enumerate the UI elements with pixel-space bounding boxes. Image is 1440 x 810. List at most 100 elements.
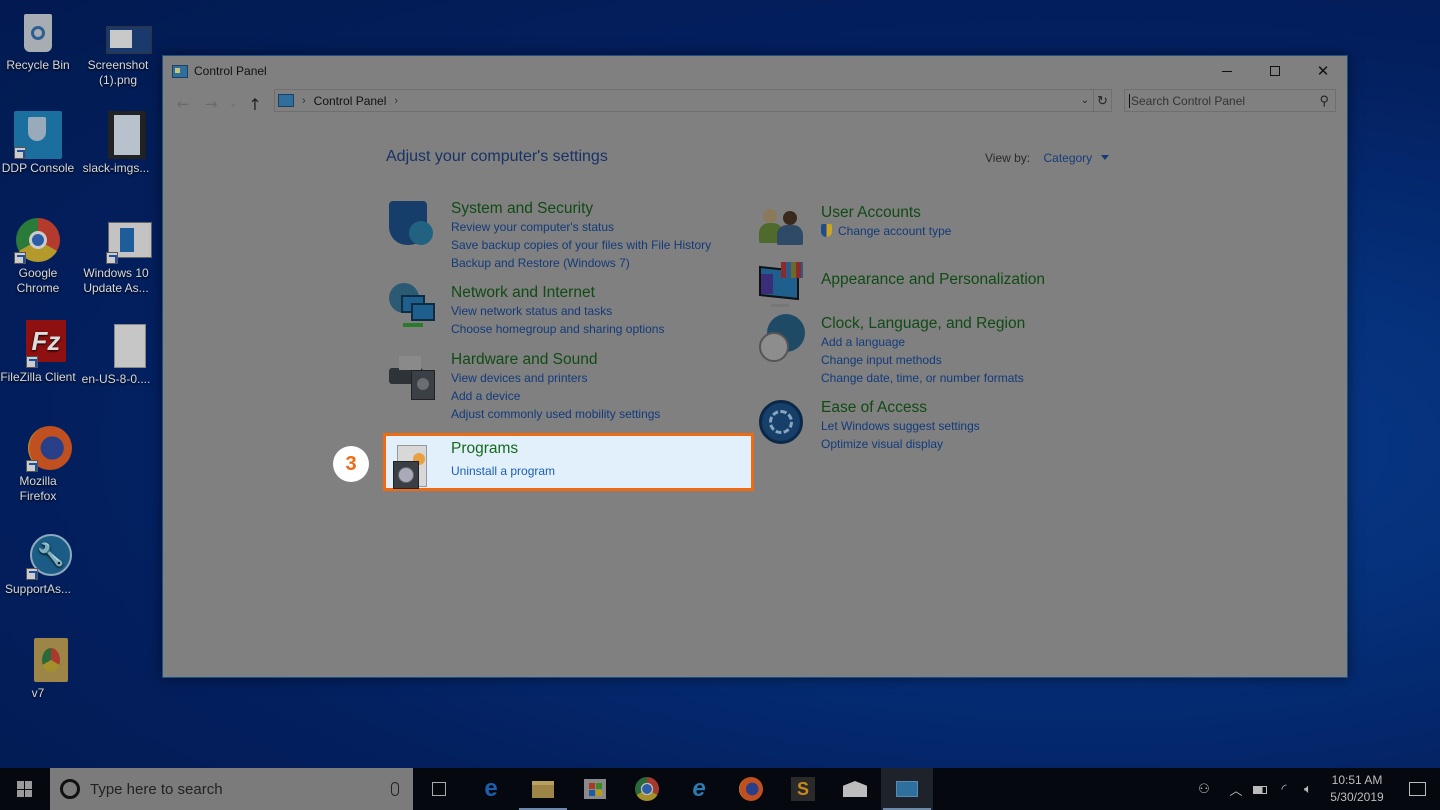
desktop-icon-supportassist[interactable]: 🔧 SupportAs...: [0, 532, 76, 597]
refresh-button[interactable]: ↻: [1093, 90, 1111, 111]
search-input[interactable]: [1129, 93, 1299, 108]
desktop-icon-ddp-console[interactable]: DDP Console: [0, 111, 76, 176]
system-tray: ⚇ ︿ ◜ 🔈︎ 10:51 AM 5/30/2019: [1192, 768, 1440, 810]
category-link[interactable]: Add a language: [821, 333, 1025, 351]
category-user-accounts: User Accounts Change account type: [757, 203, 951, 255]
search-icon[interactable]: ⚲: [1319, 93, 1329, 109]
category-link[interactable]: Change date, time, or number formats: [821, 369, 1025, 387]
clock-date: 5/30/2019: [1330, 790, 1384, 804]
taskbar-mail[interactable]: [829, 768, 881, 810]
category-link[interactable]: Choose homegroup and sharing options: [451, 320, 664, 338]
search-box[interactable]: ⚲: [1124, 89, 1336, 112]
taskbar-chrome[interactable]: [621, 768, 673, 810]
category-link[interactable]: Let Windows suggest settings: [821, 417, 980, 435]
category-link[interactable]: Save backup copies of your files with Fi…: [451, 236, 711, 254]
category-title[interactable]: Clock, Language, and Region: [821, 314, 1025, 333]
notification-icon: [1408, 782, 1426, 796]
category-title[interactable]: Appearance and Personalization: [821, 260, 1045, 289]
taskbar-internet-explorer[interactable]: e: [673, 768, 725, 810]
category-link[interactable]: Review your computer's status: [451, 218, 711, 236]
view-by: View by: Category: [985, 151, 1109, 165]
desktop-icon-windows10-update[interactable]: Windows 10 Update As...: [78, 222, 154, 296]
people-icon[interactable]: ⚇: [1192, 781, 1216, 797]
desktop-icon-firefox[interactable]: Mozilla Firefox: [0, 424, 76, 504]
battery-icon[interactable]: [1248, 782, 1272, 797]
close-button[interactable]: ✕: [1299, 56, 1347, 86]
firefox-icon: [739, 777, 763, 801]
microphone-icon[interactable]: [391, 782, 399, 796]
chrome-icon: [14, 216, 62, 264]
breadcrumb-control-panel[interactable]: Control Panel: [314, 94, 387, 108]
task-view-button[interactable]: [413, 768, 465, 810]
navigation-bar: ← → ⌄ ↑ › Control Panel › ⌄ ↻ ⚲: [163, 86, 1347, 122]
category-appearance: Appearance and Personalization: [757, 260, 1045, 312]
change-account-type-link[interactable]: Change account type: [821, 222, 951, 240]
category-link[interactable]: Adjust commonly used mobility settings: [451, 405, 660, 423]
desktop-icon-en-us[interactable]: en-US-8-0....: [78, 322, 154, 387]
category-link[interactable]: Backup and Restore (Windows 7): [451, 254, 711, 272]
close-icon: ✕: [1316, 63, 1330, 80]
uninstall-program-link[interactable]: Uninstall a program: [451, 462, 555, 480]
desktop-icon-slack-imgs[interactable]: slack-imgs...: [78, 111, 154, 176]
category-title[interactable]: System and Security: [451, 199, 711, 218]
desktop-icon-filezilla[interactable]: Fz FileZilla Client: [0, 320, 76, 385]
recent-locations-button[interactable]: ⌄: [225, 99, 241, 109]
printer-icon: [387, 350, 439, 402]
category-link[interactable]: View network status and tasks: [451, 302, 664, 320]
clock-time: 10:51 AM: [1331, 773, 1383, 787]
volume-muted-icon[interactable]: 🔈︎: [1296, 781, 1320, 797]
folder-icon: [532, 780, 554, 798]
address-bar[interactable]: › Control Panel › ⌄ ↻: [274, 89, 1112, 112]
category-title[interactable]: Programs: [451, 439, 555, 458]
up-button[interactable]: ↑: [241, 95, 269, 114]
category-link[interactable]: Change input methods: [821, 351, 1025, 369]
breadcrumb-separator[interactable]: ›: [394, 95, 398, 107]
minimize-icon: [1222, 70, 1232, 72]
category-title[interactable]: Ease of Access: [821, 398, 980, 417]
taskbar-search[interactable]: Type here to search: [50, 768, 413, 810]
desktop-icon-google-chrome[interactable]: Google Chrome: [0, 216, 76, 296]
shield-icon: [387, 199, 439, 251]
clock[interactable]: 10:51 AM 5/30/2019: [1320, 772, 1394, 806]
view-by-dropdown[interactable]: Category: [1043, 151, 1092, 165]
category-link[interactable]: View devices and printers: [451, 369, 660, 387]
category-title[interactable]: Hardware and Sound: [451, 350, 660, 369]
desktop-icon-v7[interactable]: v7: [0, 636, 76, 701]
breadcrumb-separator[interactable]: ›: [302, 95, 306, 107]
wifi-icon[interactable]: ◜: [1272, 781, 1296, 797]
action-center-button[interactable]: [1394, 782, 1440, 796]
taskbar-store[interactable]: [569, 768, 621, 810]
title-bar[interactable]: Control Panel ✕: [163, 56, 1347, 86]
control-panel-icon: [278, 94, 294, 107]
ease-of-access-icon: [757, 398, 809, 450]
users-icon: [757, 203, 809, 255]
category-link[interactable]: Optimize visual display: [821, 435, 980, 453]
show-hidden-icons-button[interactable]: ︿: [1224, 780, 1248, 799]
taskbar-control-panel[interactable]: [881, 768, 933, 810]
chevron-down-icon[interactable]: [1100, 155, 1109, 160]
taskbar-edge[interactable]: e: [465, 768, 517, 810]
start-button[interactable]: [0, 768, 50, 810]
cortana-icon[interactable]: [60, 779, 80, 799]
forward-button[interactable]: →: [197, 95, 225, 113]
back-button[interactable]: ←: [169, 95, 197, 113]
programs-icon: [387, 439, 439, 491]
category-title[interactable]: Network and Internet: [451, 283, 664, 302]
taskbar-sublime-text[interactable]: S: [777, 768, 829, 810]
desktop-icon-screenshot[interactable]: Screenshot (1).png: [80, 24, 156, 88]
monitor-icon: [757, 260, 809, 312]
maximize-button[interactable]: [1251, 56, 1299, 86]
address-dropdown-icon[interactable]: ⌄: [1077, 90, 1093, 111]
sublime-text-icon: S: [791, 777, 815, 801]
desktop-icon-recycle-bin[interactable]: Recycle Bin: [0, 8, 76, 73]
category-title[interactable]: User Accounts: [821, 203, 951, 222]
minimize-button[interactable]: [1203, 56, 1251, 86]
taskbar-firefox[interactable]: [725, 768, 777, 810]
dell-shield-icon: [14, 111, 62, 159]
window-title: Control Panel: [194, 64, 267, 78]
taskbar-file-explorer[interactable]: [517, 768, 569, 810]
category-link[interactable]: Add a device: [451, 387, 660, 405]
category-programs: Programs Uninstall a program: [387, 439, 555, 491]
folder-icon: [14, 636, 68, 684]
image-file-icon: [94, 24, 152, 56]
